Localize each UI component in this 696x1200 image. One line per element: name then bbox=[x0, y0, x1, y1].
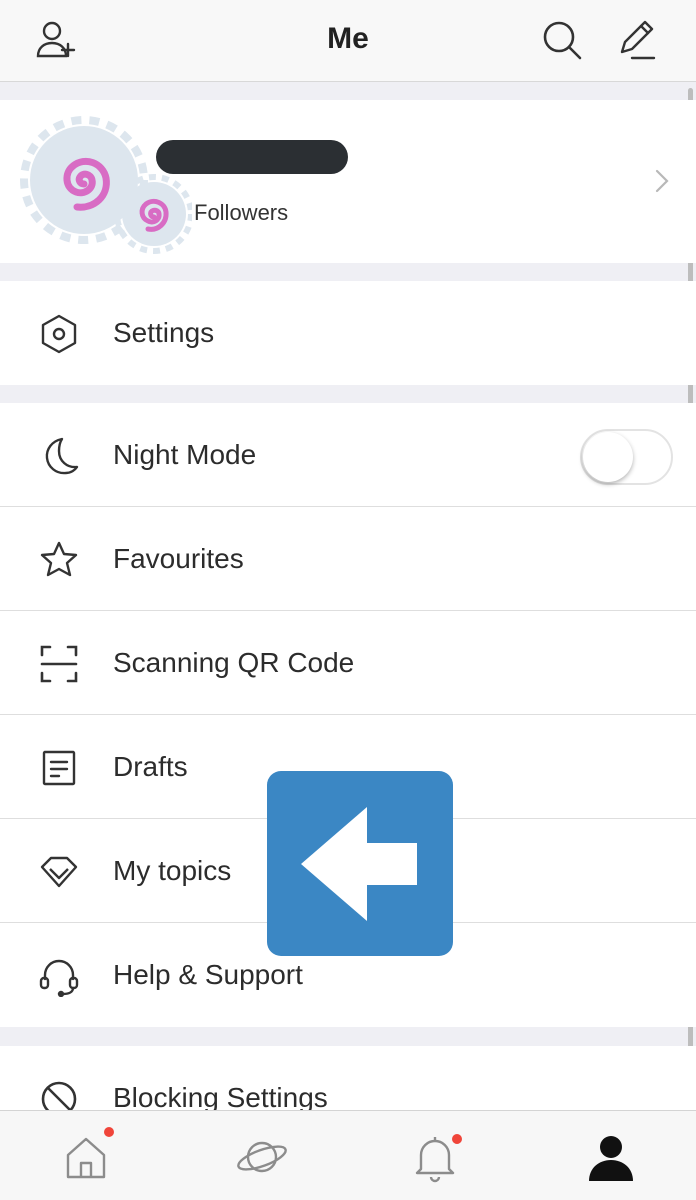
settings-row[interactable]: Settings bbox=[0, 281, 696, 385]
blocking-settings-label: Blocking Settings bbox=[113, 1082, 328, 1112]
settings-group: Settings bbox=[0, 281, 696, 385]
home-badge bbox=[104, 1127, 114, 1137]
redacted-username bbox=[156, 140, 348, 174]
bottom-tab-bar bbox=[0, 1110, 696, 1200]
scan-frame-icon bbox=[40, 645, 78, 683]
toggle-knob bbox=[583, 432, 633, 482]
headset-icon bbox=[39, 959, 79, 997]
night-mode-row: Night Mode bbox=[0, 403, 696, 507]
scan-qr-row[interactable]: Scanning QR Code bbox=[0, 611, 696, 715]
chevron-right-icon bbox=[655, 169, 669, 193]
planet-icon[interactable] bbox=[234, 1129, 290, 1185]
person-icon[interactable] bbox=[583, 1129, 639, 1185]
my-topics-label: My topics bbox=[113, 855, 232, 886]
moon-icon bbox=[45, 437, 79, 475]
top-nav-bar: Me bbox=[0, 0, 696, 82]
arrow-left-icon bbox=[301, 807, 417, 921]
document-icon bbox=[42, 750, 76, 786]
back-arrow-overlay[interactable] bbox=[267, 771, 453, 956]
spiral-avatar-icon bbox=[20, 116, 192, 254]
scan-qr-label: Scanning QR Code bbox=[113, 647, 355, 678]
blocking-settings-row[interactable]: Blocking Settings bbox=[0, 1046, 696, 1112]
profile-card[interactable]: Followers bbox=[0, 100, 696, 263]
home-icon[interactable] bbox=[58, 1129, 114, 1185]
night-mode-toggle[interactable] bbox=[580, 429, 673, 485]
notification-badge bbox=[452, 1134, 462, 1144]
favourites-row[interactable]: Favourites bbox=[0, 507, 696, 611]
drafts-label: Drafts bbox=[113, 751, 188, 782]
search-icon[interactable] bbox=[540, 18, 584, 62]
favourites-label: Favourites bbox=[113, 543, 244, 574]
followers-label: Followers bbox=[194, 200, 289, 225]
compose-icon[interactable] bbox=[614, 18, 658, 62]
diamond-icon bbox=[40, 856, 78, 888]
settings-label: Settings bbox=[113, 317, 215, 348]
hexagon-gear-icon bbox=[41, 314, 77, 354]
block-icon bbox=[41, 1081, 77, 1112]
page-title: Me bbox=[327, 22, 369, 55]
night-mode-label: Night Mode bbox=[113, 439, 257, 470]
help-support-label: Help & Support bbox=[113, 959, 303, 990]
star-icon bbox=[40, 541, 78, 577]
